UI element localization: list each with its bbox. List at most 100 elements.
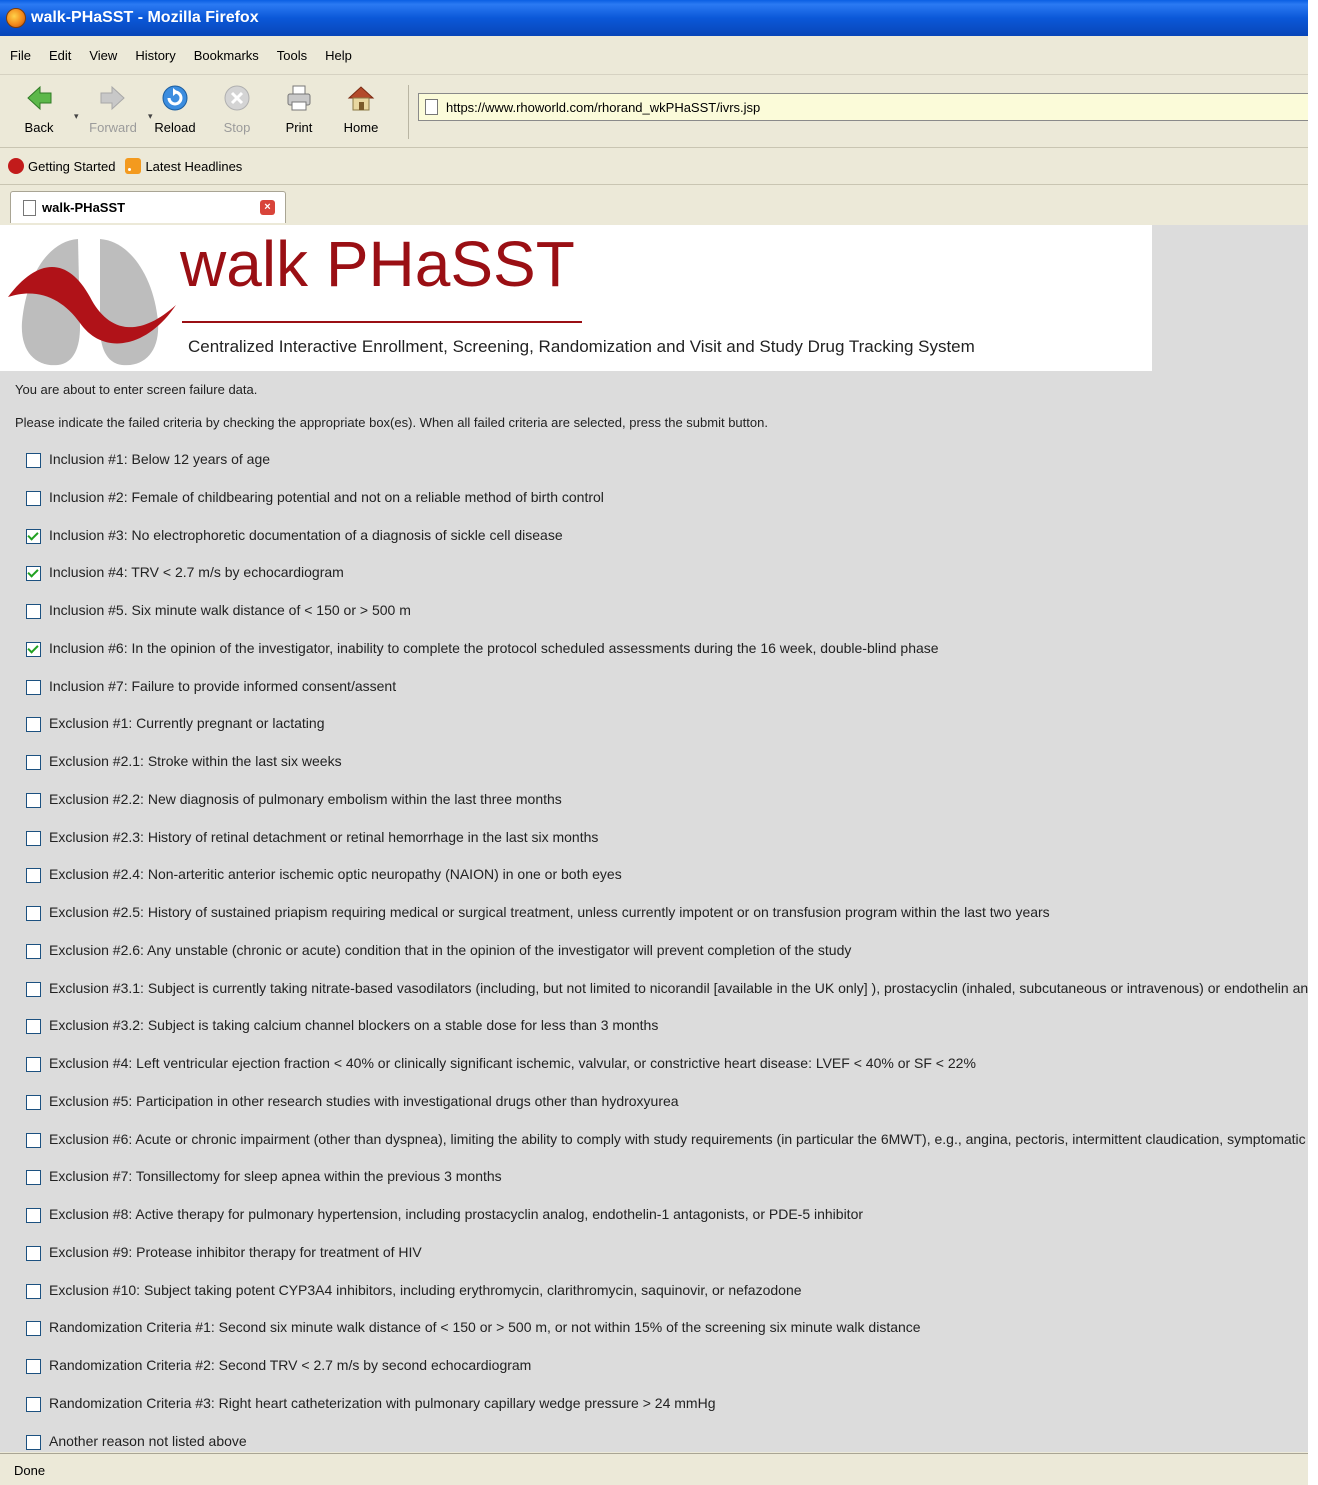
criteria-checkbox[interactable] (26, 453, 41, 468)
criteria-label: Exclusion #8: Active therapy for pulmona… (49, 1206, 864, 1222)
criteria-checkbox[interactable] (26, 1283, 41, 1299)
tab-bar: walk-PHaSST × (0, 185, 1308, 226)
criteria-checkbox[interactable] (26, 1434, 41, 1450)
criteria-row[interactable]: Inclusion #4: TRV < 2.7 m/s by echocardi… (26, 564, 1308, 602)
page-content: walk PHaSST Centralized Interactive Enro… (0, 225, 1308, 1452)
criteria-row[interactable]: Inclusion #3: No electrophoretic documen… (26, 527, 1308, 565)
url-text: https://www.rhoworld.com/rhorand_wkPHaSS… (446, 99, 761, 115)
criteria-checkbox[interactable] (26, 981, 41, 997)
print-button[interactable]: Print (268, 75, 330, 135)
menu-tools[interactable]: Tools (277, 48, 307, 63)
back-label: Back (24, 120, 54, 135)
criteria-label: Exclusion #2.3: History of retinal detac… (49, 828, 599, 845)
criteria-checkbox[interactable] (26, 1359, 41, 1374)
tab-walk-phasst[interactable]: walk-PHaSST × (10, 191, 286, 223)
menu-view[interactable]: View (89, 48, 117, 63)
menu-history[interactable]: History (135, 48, 175, 63)
stop-button[interactable]: Stop (206, 75, 268, 135)
screen-edge (1308, 0, 1318, 1485)
criteria-row[interactable]: Randomization Criteria #3: Right heart c… (26, 1395, 1308, 1433)
criteria-row[interactable]: Randomization Criteria #2: Second TRV < … (26, 1357, 1308, 1395)
criteria-row[interactable]: Another reason not listed above (26, 1433, 1308, 1453)
criteria-checkbox[interactable] (26, 1170, 41, 1186)
criteria-row[interactable]: Exclusion #10: Subject taking potent CYP… (26, 1282, 1308, 1320)
title-bar: walk-PHaSST - Mozilla Firefox (0, 0, 1308, 36)
back-history-dropdown-icon[interactable]: ▾ (74, 111, 79, 122)
criteria-row[interactable]: Inclusion #1: Below 12 years of age (26, 451, 1308, 489)
criteria-checkbox[interactable] (26, 792, 41, 808)
criteria-row[interactable]: Randomization Criteria #1: Second six mi… (26, 1319, 1308, 1357)
criteria-row[interactable]: Exclusion #2.1: Stroke within the last s… (26, 753, 1308, 791)
criteria-label: Exclusion #5: Participation in other res… (49, 1092, 679, 1109)
criteria-row[interactable]: Exclusion #2.5: History of sustained pri… (26, 904, 1308, 942)
criteria-label: Exclusion #6: Acute or chronic impairmen… (49, 1130, 1308, 1147)
criteria-row[interactable]: Exclusion #2.4: Non-arteritic anterior i… (26, 866, 1308, 904)
criteria-row[interactable]: Exclusion #7: Tonsillectomy for sleep ap… (26, 1168, 1308, 1206)
criteria-checkbox[interactable] (26, 830, 41, 846)
criteria-label: Exclusion #2.5: History of sustained pri… (49, 904, 1050, 920)
criteria-row[interactable]: Exclusion #2.6: Any unstable (chronic or… (26, 942, 1308, 980)
criteria-row[interactable]: Exclusion #4: Left ventricular ejection … (26, 1055, 1308, 1093)
criteria-row[interactable]: Inclusion #7: Failure to provide informe… (26, 678, 1308, 716)
criteria-row[interactable]: Exclusion #9: Protease inhibitor therapy… (26, 1244, 1308, 1282)
menu-edit[interactable]: Edit (49, 48, 71, 63)
criteria-label: Exclusion #3.2: Subject is taking calciu… (49, 1017, 659, 1034)
criteria-row[interactable]: Exclusion #5: Participation in other res… (26, 1093, 1308, 1131)
criteria-row[interactable]: Exclusion #6: Acute or chronic impairmen… (26, 1131, 1308, 1169)
criteria-row[interactable]: Exclusion #8: Active therapy for pulmona… (26, 1206, 1308, 1244)
criteria-checkbox[interactable] (26, 1396, 41, 1412)
criteria-checkbox[interactable] (26, 868, 41, 884)
criteria-checkbox[interactable] (26, 1208, 41, 1223)
criteria-checkbox[interactable] (26, 1019, 41, 1035)
print-label: Print (285, 120, 313, 135)
bookmarks-toolbar: Getting Started Latest Headlines (0, 148, 1308, 185)
page-icon (425, 99, 438, 115)
home-button[interactable]: Home (330, 75, 392, 135)
criteria-checkbox[interactable] (26, 943, 41, 959)
criteria-label: Inclusion #1: Below 12 years of age (49, 451, 271, 467)
criteria-label: Inclusion #2: Female of childbearing pot… (49, 488, 604, 505)
criteria-checkbox[interactable] (26, 641, 41, 657)
criteria-checkbox[interactable] (26, 566, 41, 582)
bookmark-getting-started[interactable]: Getting Started (8, 158, 115, 174)
app-title: walk PHaSST (180, 228, 575, 300)
criteria-row[interactable]: Inclusion #2: Female of childbearing pot… (26, 489, 1308, 527)
criteria-row[interactable]: Inclusion #5. Six minute walk distance o… (26, 602, 1308, 640)
criteria-checkbox[interactable] (26, 1132, 41, 1148)
reload-icon (162, 85, 188, 111)
criteria-label: Exclusion #2.6: Any unstable (chronic or… (49, 941, 852, 958)
criteria-checkbox[interactable] (26, 679, 41, 695)
criteria-checkbox[interactable] (26, 906, 41, 921)
criteria-row[interactable]: Exclusion #3.1: Subject is currently tak… (26, 980, 1308, 1018)
back-button[interactable]: Back (8, 75, 70, 135)
criteria-checkbox[interactable] (26, 1057, 41, 1072)
criteria-label: Exclusion #2.4: Non-arteritic anterior i… (49, 866, 622, 883)
criteria-checkbox[interactable] (26, 1321, 41, 1337)
reload-button[interactable]: Reload (144, 75, 206, 135)
menu-file[interactable]: File (10, 48, 31, 63)
criteria-label: Another reason not listed above (49, 1432, 247, 1449)
criteria-checkbox[interactable] (26, 528, 41, 544)
bookmark-latest-headlines[interactable]: Latest Headlines (123, 158, 242, 174)
forward-button[interactable]: Forward (82, 75, 144, 135)
criteria-checkbox[interactable] (26, 1245, 41, 1261)
criteria-checkbox[interactable] (26, 1094, 41, 1110)
menu-bookmarks[interactable]: Bookmarks (194, 48, 259, 63)
criteria-checkbox[interactable] (26, 604, 41, 619)
criteria-row[interactable]: Exclusion #3.2: Subject is taking calciu… (26, 1017, 1308, 1055)
navigation-toolbar: Back ▾ Forward ▾ Reload Stop Print Home … (0, 75, 1308, 148)
criteria-checkbox[interactable] (26, 717, 41, 733)
close-tab-icon[interactable]: × (260, 200, 275, 215)
criteria-row[interactable]: Inclusion #6: In the opinion of the inve… (26, 640, 1308, 678)
criteria-row[interactable]: Exclusion #2.3: History of retinal detac… (26, 829, 1308, 867)
criteria-row[interactable]: Exclusion #2.2: New diagnosis of pulmona… (26, 791, 1308, 829)
forward-label: Forward (89, 120, 137, 135)
criteria-label: Inclusion #5. Six minute walk distance o… (49, 602, 411, 618)
url-bar[interactable]: https://www.rhoworld.com/rhorand_wkPHaSS… (418, 93, 1308, 121)
criteria-checkbox[interactable] (26, 490, 41, 506)
criteria-row[interactable]: Exclusion #1: Currently pregnant or lact… (26, 715, 1308, 753)
criteria-checkbox[interactable] (26, 755, 41, 770)
menu-help[interactable]: Help (325, 48, 352, 63)
criteria-label: Exclusion #9: Protease inhibitor therapy… (49, 1243, 422, 1260)
criteria-list: Inclusion #1: Below 12 years of age Inclu… (26, 451, 1308, 1452)
